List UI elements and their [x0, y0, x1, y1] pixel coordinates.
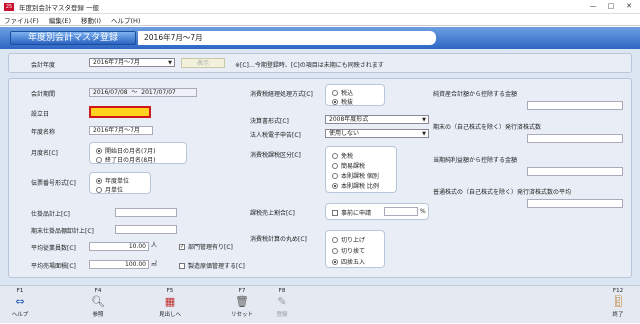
month-name-label: 月度名[C] [31, 150, 58, 157]
note-text: ※[C]…今期登録時、[C]の項目は未期にも同映されます [235, 62, 384, 69]
class-opt-exempt[interactable]: 免税 [332, 151, 353, 160]
menu-move[interactable]: 移動(I) [81, 15, 101, 25]
round-opt-down[interactable]: 切り捨て [332, 246, 365, 255]
main-area: 会計年度 2016年7月〜7月 ▼ 表示 ※[C]…今期登録時、[C]の項目は未期… [0, 49, 640, 285]
tax-opt-incl[interactable]: 税込 [332, 88, 353, 97]
tax-class-group: 免税 簡易課税 本則課税 個別 本則課税 比例 [325, 146, 397, 193]
period-field: 2016/07/08 〜 2017/07/07 [89, 88, 197, 97]
period-label: 会計期間 [31, 91, 56, 98]
slip-opt-month[interactable]: 月単位 [96, 185, 123, 194]
corp-label: 法人税電子申告[C] [250, 132, 301, 139]
year-panel: 会計年度 2016年7月〜7月 ▼ 表示 ※[C]…今期登録時、[C]の項目は未期… [8, 53, 632, 73]
menu-file[interactable]: ファイル(F) [4, 15, 39, 25]
employees-unit: 人 [151, 242, 158, 249]
check-icon: ✓ [179, 243, 185, 250]
dept-checkbox[interactable]: ✓ 部門管理有り[C] [179, 242, 233, 251]
search-icon: 🔍︎ [91, 295, 105, 308]
tax-class-label: 消費税課税区分[C] [250, 152, 301, 159]
ratio-label: 課税売上割合[C] [250, 210, 295, 217]
year-name-input[interactable]: 2016年7月〜7月 [89, 126, 153, 135]
exit-door-icon: 🚪︎ [611, 295, 625, 308]
year-name-label: 年度名称 [31, 129, 56, 136]
help-icon: ⇔ [15, 295, 25, 308]
month-name-group: 開始日の月名(7月) 終了日の月名(8月) [89, 142, 187, 164]
year-label: 会計年度 [31, 62, 56, 69]
f4-reference-button[interactable]: F4 🔍︎ 参照 [78, 286, 118, 324]
net-income-deduct-input[interactable] [527, 167, 623, 176]
month-opt-end[interactable]: 終了日の月名(8月) [96, 155, 156, 164]
app-icon: 25 [4, 2, 14, 11]
month-opt-start[interactable]: 開始日の月名(7月) [96, 146, 156, 155]
f8-register-button: F8 ✎ 登録 [276, 288, 288, 318]
shares-end-input[interactable] [527, 134, 623, 143]
header-period: 2016年7月〜7月 [138, 31, 436, 45]
wip-begin-label: 期末仕掛品棚卸計上[C] [31, 228, 94, 235]
year-select[interactable]: 2016年7月〜7月 ▼ [89, 58, 175, 67]
established-label: 設立日 [31, 111, 50, 118]
ratio-checkbox[interactable]: 事前に申請 [332, 208, 371, 217]
slip-opt-year[interactable]: 年度単位 [96, 176, 129, 185]
slip-label: 伝票番号形式[C] [31, 180, 76, 187]
ratio-group: 事前に申請 % [325, 203, 429, 220]
tax-method-group: 税込 税抜 [325, 84, 385, 106]
chevron-down-icon: ▼ [422, 131, 426, 137]
screen-title: 年度別会計マスタ登録 [10, 31, 136, 45]
wip-input[interactable] [115, 208, 177, 217]
chevron-down-icon: ▼ [422, 117, 426, 123]
f7-reset-button[interactable]: F7 🗑︎ リセット [222, 286, 262, 324]
employees-input[interactable]: 10.00 [89, 242, 149, 251]
area-input[interactable]: 100.00 [89, 260, 149, 269]
corp-select[interactable]: 使用しない ▼ [325, 129, 429, 138]
minimize-icon[interactable]: — [584, 0, 602, 13]
class-opt-proportional[interactable]: 本則課税 比例 [332, 181, 379, 190]
shares-end-label: 期末の（自己株式を除く）発行済株式数 [433, 124, 542, 131]
tax-method-label: 消費税経理処理方式[C] [250, 91, 313, 98]
menu-edit[interactable]: 編集(E) [49, 15, 71, 25]
show-button: 表示 [181, 58, 225, 68]
class-opt-individual[interactable]: 本則課税 個別 [332, 171, 379, 180]
register-icon: ✎ [277, 295, 287, 308]
menu-help[interactable]: ヘルプ(H) [111, 15, 140, 25]
trash-icon: 🗑︎ [235, 295, 249, 308]
cost-checkbox[interactable]: 製造原価管理する[C] [179, 261, 245, 270]
maximize-icon[interactable]: □ [602, 0, 620, 13]
net-income-deduct-label: 当期純利益額から控除する金額 [433, 157, 518, 164]
round-opt-up[interactable]: 切り上げ [332, 235, 365, 244]
area-unit: ㎡ [151, 261, 158, 268]
function-key-bar: F1 ⇔ ヘルプ F4 🔍︎ 参照 F5 ▦ 見出しへ F7 🗑︎ リセット F… [0, 285, 640, 323]
area-label: 平均売場面積[C] [31, 263, 76, 270]
round-opt-half[interactable]: 四捨五入 [332, 257, 365, 266]
wip-begin-input[interactable] [115, 225, 177, 234]
net-assets-deduct-label: 純資産合計額から控除する金額 [433, 91, 518, 98]
grid-icon: ▦ [164, 295, 176, 308]
round-group: 切り上げ 切り捨て 四捨五入 [325, 230, 385, 268]
slip-group: 年度単位 月単位 [89, 172, 151, 194]
tax-opt-excl[interactable]: 税抜 [332, 97, 353, 106]
f5-heading-button[interactable]: F5 ▦ 見出しへ [150, 286, 190, 324]
f1-help-button[interactable]: F1 ⇔ ヘルプ [0, 286, 40, 324]
established-input[interactable] [89, 106, 151, 118]
class-opt-simple[interactable]: 簡易課税 [332, 161, 365, 170]
settle-label: 決算書形式[C] [250, 118, 289, 125]
ratio-unit: % [420, 208, 426, 215]
chevron-down-icon: ▼ [168, 60, 172, 66]
net-assets-deduct-input[interactable] [527, 101, 623, 110]
round-label: 消費税計算の丸め[C] [250, 236, 307, 243]
f12-exit-button[interactable]: F12 🚪︎ 終了 [598, 286, 638, 324]
ratio-input[interactable] [384, 207, 418, 216]
employees-label: 平均従業員数[C] [31, 245, 76, 252]
title-bar: 25 年度別会計マスタ登録 一般 — □ ✕ [0, 0, 640, 14]
settle-select[interactable]: 2008年度形式 ▼ [325, 115, 429, 124]
wip-label: 仕掛品計上[C] [31, 211, 70, 218]
shares-avg-input[interactable] [527, 199, 623, 208]
window-title: 年度別会計マスタ登録 一般 [19, 3, 100, 12]
menu-bar: ファイル(F) 編集(E) 移動(I) ヘルプ(H) [0, 14, 640, 26]
screen-header: 年度別会計マスタ登録 2016年7月〜7月 [0, 27, 640, 49]
close-icon[interactable]: ✕ [620, 0, 638, 13]
form-panel: 会計期間 2016/07/08 〜 2017/07/07 設立日 年度名称 20… [8, 78, 632, 278]
shares-avg-label: 普通株式の（自己株式を除く）発行済株式数の平均 [433, 189, 572, 196]
